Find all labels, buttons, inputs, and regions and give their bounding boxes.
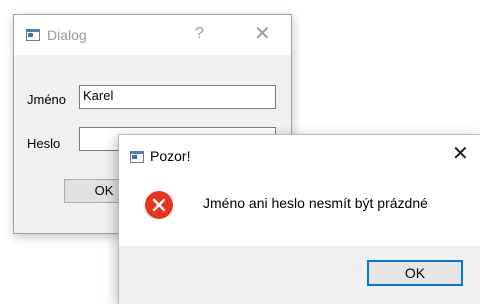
login-dialog-titlebar[interactable]: Dialog ? ✕ <box>14 15 291 55</box>
window-icon <box>26 29 40 41</box>
alert-close-button[interactable]: ✕ <box>452 144 469 164</box>
alert-title: Pozor! <box>150 148 191 164</box>
alert-ok-button[interactable]: OK <box>367 260 463 286</box>
alert-titlebar[interactable]: Pozor! ✕ <box>119 135 480 175</box>
alert-window: Pozor! ✕ Jméno ani heslo nesmít být práz… <box>118 134 480 304</box>
error-icon <box>145 191 173 219</box>
password-label: Heslo <box>27 136 61 151</box>
help-button[interactable]: ? <box>195 26 204 42</box>
alert-message: Jméno ani heslo nesmít být prázdné <box>203 195 428 211</box>
login-dialog-close-button[interactable]: ✕ <box>254 24 271 44</box>
login-dialog-title: Dialog <box>47 27 87 43</box>
name-input[interactable]: Karel <box>79 85 276 109</box>
window-icon <box>130 151 144 163</box>
name-label: Jméno <box>27 92 67 107</box>
